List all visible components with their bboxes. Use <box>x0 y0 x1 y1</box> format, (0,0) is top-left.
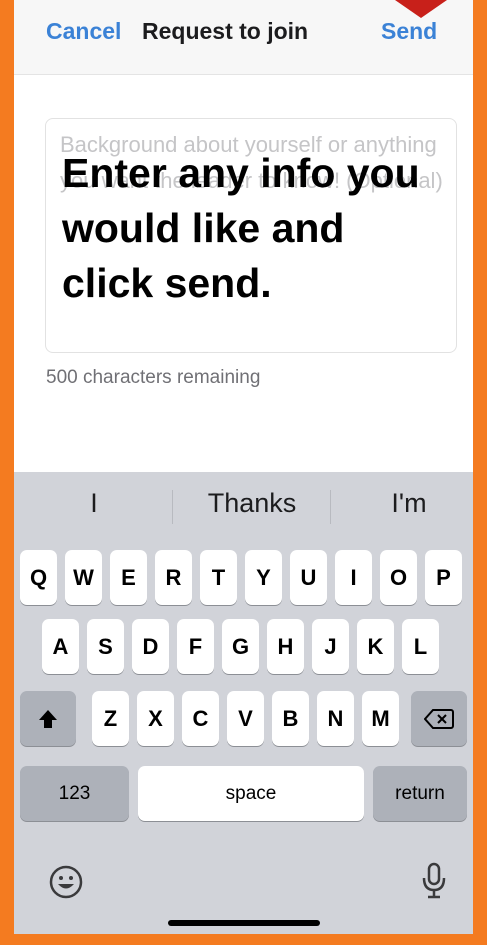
page-title: Request to join <box>142 18 309 44</box>
suggestion-divider <box>172 490 173 524</box>
numbers-key[interactable]: 123 <box>20 766 129 821</box>
key[interactable]: I <box>335 550 372 605</box>
key[interactable]: L <box>402 619 439 674</box>
backspace-icon <box>424 708 454 729</box>
key[interactable]: B <box>272 691 309 746</box>
key[interactable]: H <box>267 619 304 674</box>
key[interactable]: D <box>132 619 169 674</box>
characters-remaining: 500 characters remaining <box>46 367 261 388</box>
key[interactable]: A <box>42 619 79 674</box>
emoji-button[interactable] <box>44 860 88 904</box>
key[interactable]: C <box>182 691 219 746</box>
microphone-icon <box>422 862 446 899</box>
key[interactable]: O <box>380 550 417 605</box>
app-screen: Cancel Request to join Send Background a… <box>14 0 473 934</box>
navigation-bar: Cancel Request to join Send <box>14 0 473 75</box>
key[interactable]: P <box>425 550 462 605</box>
key[interactable]: N <box>317 691 354 746</box>
cancel-button[interactable]: Cancel <box>46 18 121 45</box>
suggestion-item[interactable]: I'm <box>369 488 449 519</box>
key[interactable]: J <box>312 619 349 674</box>
emoji-icon <box>49 865 83 899</box>
key[interactable]: G <box>222 619 259 674</box>
key[interactable]: S <box>87 619 124 674</box>
key[interactable]: U <box>290 550 327 605</box>
key[interactable]: T <box>200 550 237 605</box>
microphone-button[interactable] <box>412 858 456 904</box>
key[interactable]: F <box>177 619 214 674</box>
suggestion-item[interactable]: I <box>69 488 119 519</box>
key[interactable]: R <box>155 550 192 605</box>
key[interactable]: K <box>357 619 394 674</box>
keyboard: I Thanks I'm Q W E R T Y U I O P A S D F… <box>14 472 473 934</box>
key[interactable]: E <box>110 550 147 605</box>
suggestion-item[interactable]: Thanks <box>184 488 320 519</box>
shift-key[interactable] <box>20 691 76 746</box>
home-indicator <box>168 920 320 926</box>
suggestion-divider <box>330 490 331 524</box>
space-key[interactable]: space <box>138 766 364 821</box>
key[interactable]: W <box>65 550 102 605</box>
key[interactable]: Y <box>245 550 282 605</box>
backspace-key[interactable] <box>411 691 467 746</box>
key[interactable]: X <box>137 691 174 746</box>
shift-icon <box>39 709 57 728</box>
key[interactable]: Q <box>20 550 57 605</box>
instruction-overlay: Enter any info you would like and click … <box>62 150 420 306</box>
annotation-arrow <box>395 0 447 18</box>
send-button[interactable]: Send <box>381 18 437 45</box>
key[interactable]: V <box>227 691 264 746</box>
key[interactable]: M <box>362 691 399 746</box>
key[interactable]: Z <box>92 691 129 746</box>
suggestion-bar: I Thanks I'm <box>14 472 473 542</box>
return-key[interactable]: return <box>373 766 467 821</box>
